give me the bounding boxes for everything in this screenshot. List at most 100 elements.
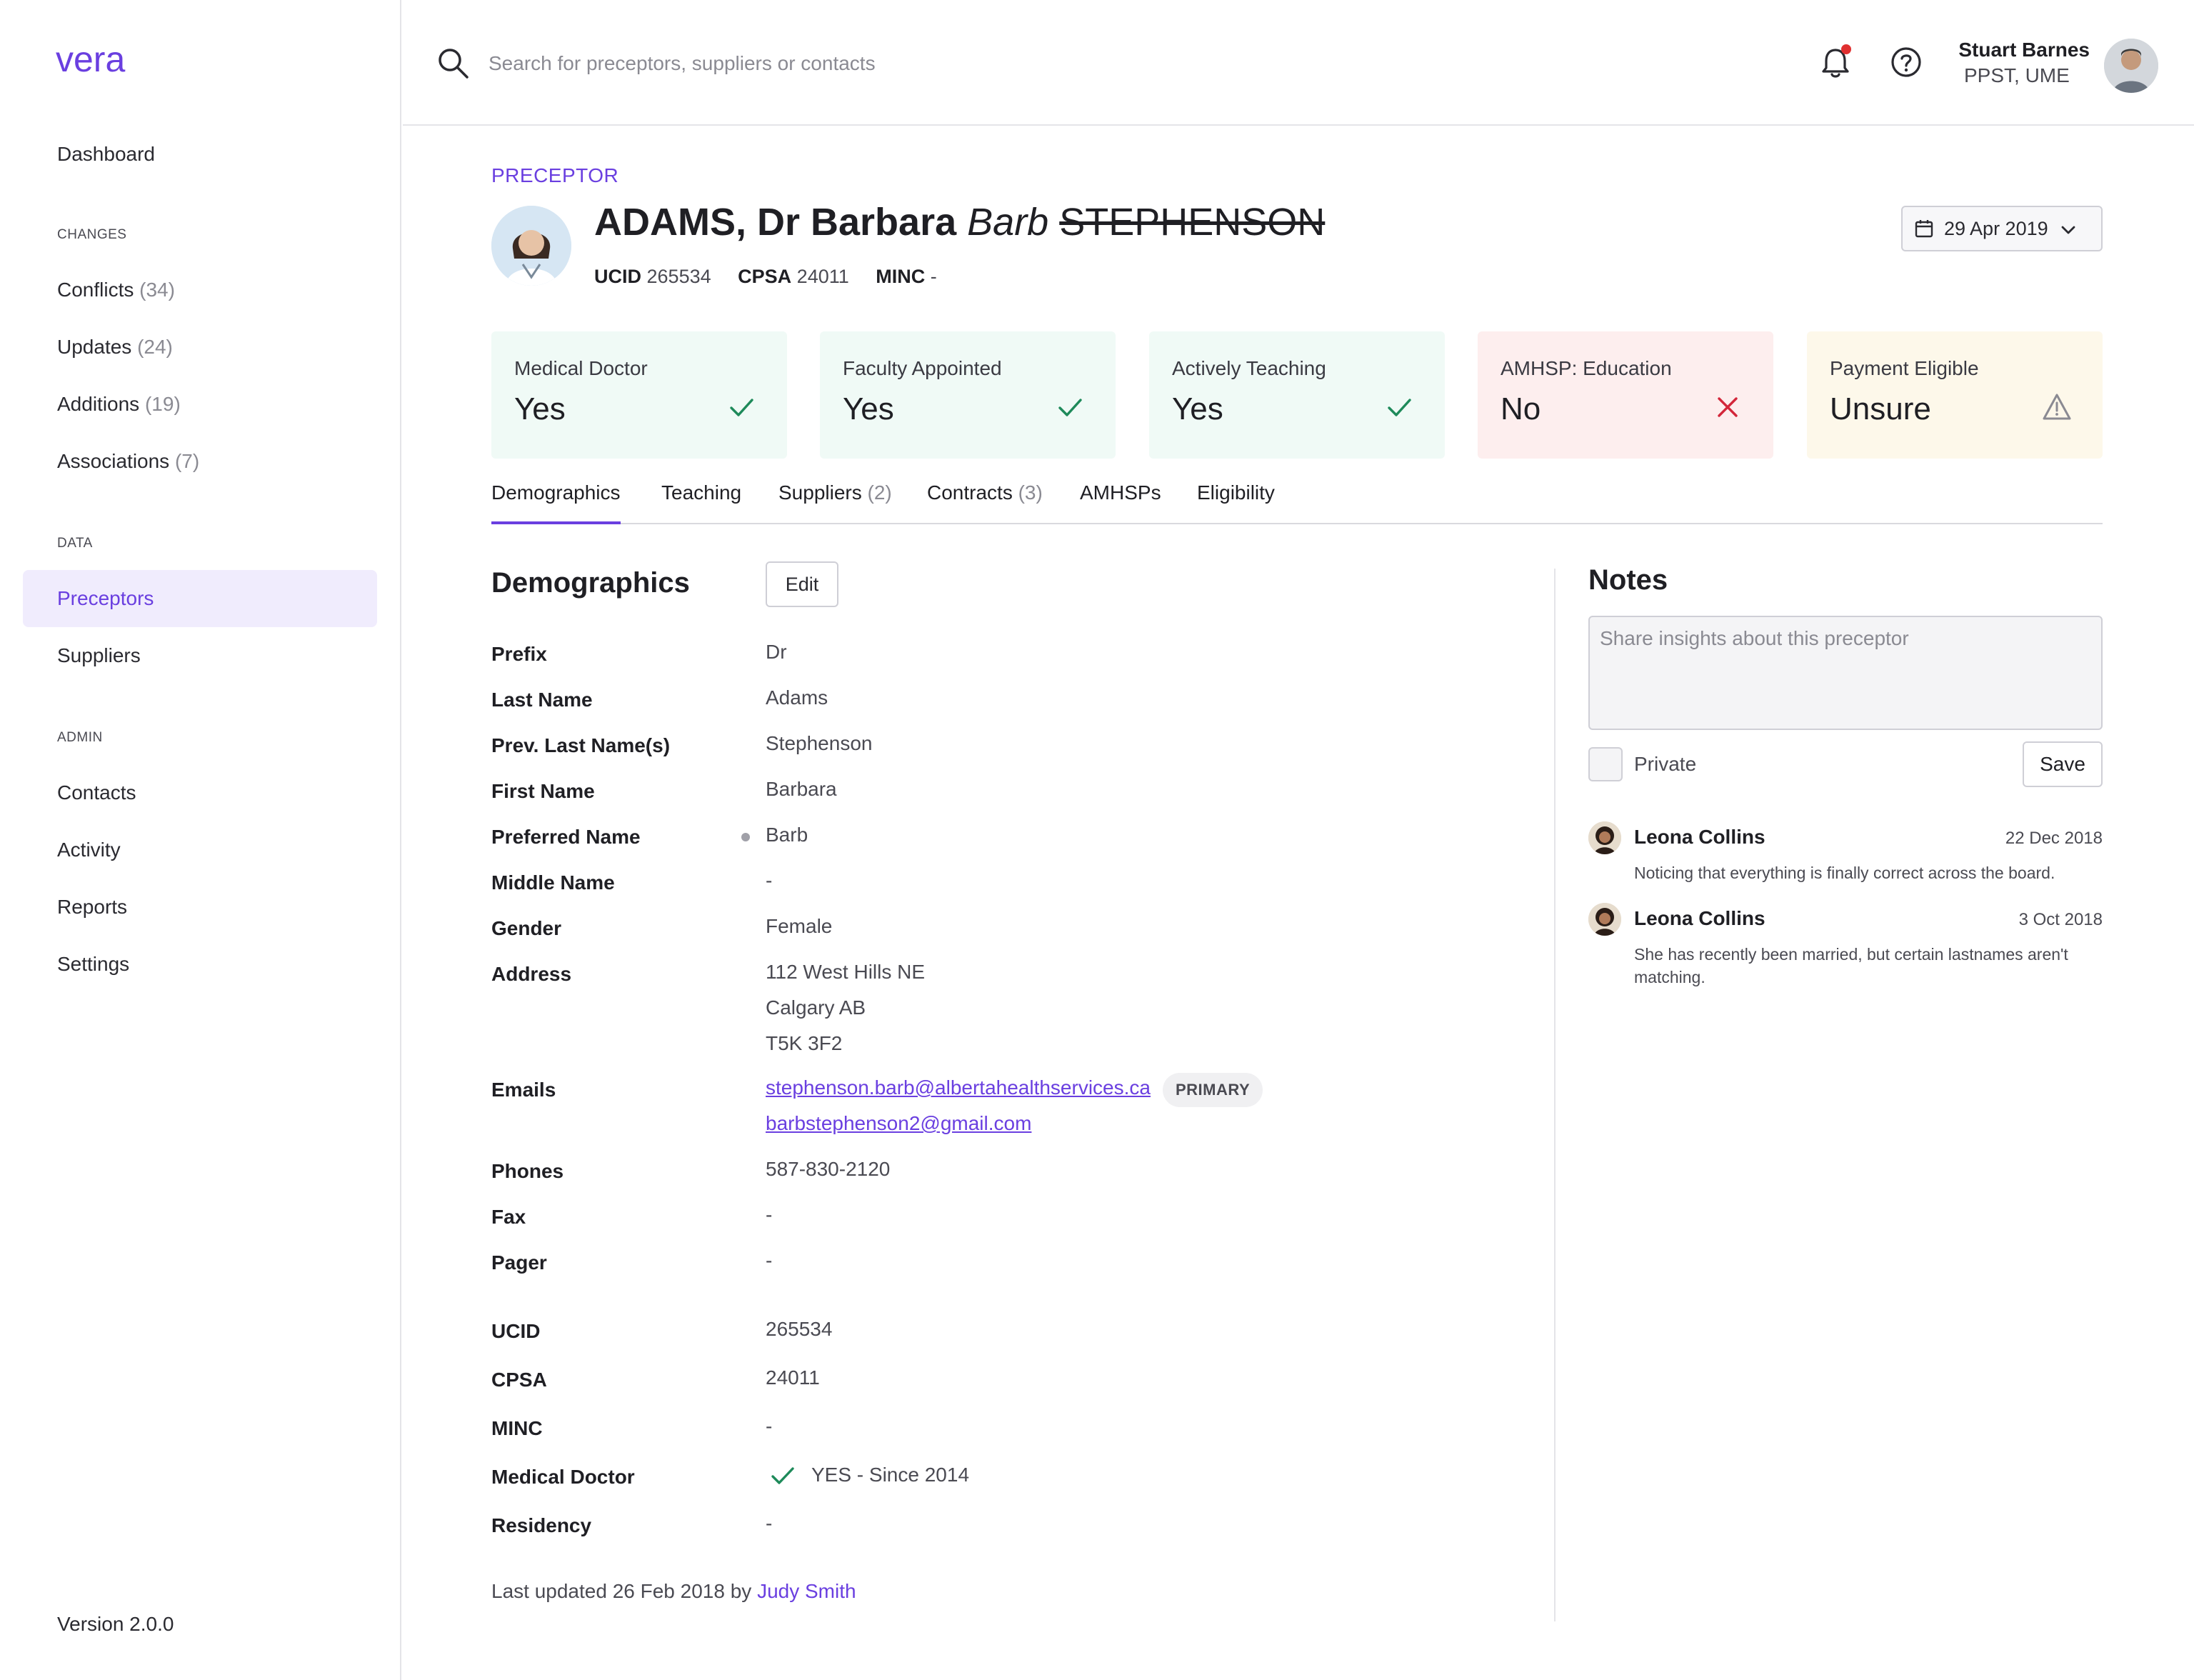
sidebar-item-associations[interactable]: Associations (7) xyxy=(23,433,377,490)
sidebar-item-label: Contacts xyxy=(57,781,136,804)
sidebar-item-settings[interactable]: Settings xyxy=(23,936,377,993)
field-label-address: Address xyxy=(491,963,572,985)
user-name[interactable]: Stuart Barnes xyxy=(1958,39,2090,61)
tab-label: Contracts xyxy=(927,481,1013,504)
id-label-cpsa: CPSA xyxy=(738,266,792,287)
check-icon xyxy=(771,1467,794,1484)
tab-label: AMHSPs xyxy=(1080,481,1161,504)
tab-demographics[interactable]: Demographics xyxy=(491,481,621,524)
last-updated-user-link[interactable]: Judy Smith xyxy=(757,1580,856,1602)
nav-section-changes: CHANGES xyxy=(57,227,127,242)
field-value-ucid: 265534 xyxy=(766,1318,833,1340)
preceptor-avatar-image xyxy=(491,206,571,286)
field-value-cpsa: 24011 xyxy=(766,1366,820,1389)
sidebar-item-conflicts[interactable]: Conflicts (34) xyxy=(23,261,377,319)
tab-teaching[interactable]: Teaching xyxy=(661,481,741,524)
note-text: Noticing that everything is finally corr… xyxy=(1634,864,2055,882)
user-avatar[interactable] xyxy=(2104,39,2158,93)
search-input[interactable] xyxy=(489,49,1131,79)
email-link-primary[interactable]: stephenson.barb@albertahealthservices.ca xyxy=(766,1076,1151,1099)
id-label-ucid: UCID xyxy=(594,266,641,287)
sidebar-item-additions[interactable]: Additions (19) xyxy=(23,376,377,433)
help-icon[interactable] xyxy=(1888,44,1924,80)
notes-input[interactable] xyxy=(1588,616,2103,730)
sidebar-item-dashboard[interactable]: Dashboard xyxy=(23,126,377,183)
user-role: PPST, UME xyxy=(1964,64,2070,86)
tab-suppliers[interactable]: Suppliers (2) xyxy=(778,481,892,524)
preceptor-preferred-name: Barb xyxy=(967,201,1049,244)
date-picker-button[interactable]: 29 Apr 2019 xyxy=(1901,206,2103,251)
edit-button[interactable]: Edit xyxy=(766,561,838,607)
chevron-down-icon xyxy=(2061,226,2075,234)
status-card-medical-doctor: Medical Doctor Yes xyxy=(491,331,787,459)
sidebar-item-count: (7) xyxy=(174,450,200,472)
private-checkbox[interactable] xyxy=(1588,747,1623,781)
status-card-label: Payment Eligible xyxy=(1830,357,1979,379)
note-author: Leona Collins xyxy=(1634,907,1765,929)
sidebar-item-label: Reports xyxy=(57,896,128,918)
field-label-ucid: UCID xyxy=(491,1320,541,1342)
preceptor-name: ADAMS, Dr Barbara Barb STEPHENSON xyxy=(594,200,1325,244)
sidebar-item-label: Associations xyxy=(57,450,170,472)
field-label-fax: Fax xyxy=(491,1206,526,1228)
tab-contracts[interactable]: Contracts (3) xyxy=(927,481,1043,524)
sidebar-item-updates[interactable]: Updates (24) xyxy=(23,319,377,376)
identifier-row: UCID 265534 CPSA 24011 MINC - xyxy=(594,266,937,288)
last-updated-text: Last updated 26 Feb 2018 by xyxy=(491,1580,752,1602)
preceptor-previous-last-name: STEPHENSON xyxy=(1059,201,1326,244)
check-icon xyxy=(730,399,753,416)
field-label-gender: Gender xyxy=(491,917,562,939)
tab-count: (2) xyxy=(867,481,892,504)
status-card-label: Actively Teaching xyxy=(1172,357,1326,379)
status-card-payment-eligible: Payment Eligible Unsure xyxy=(1807,331,2103,459)
field-value-emails: stephenson.barb@albertahealthservices.ca… xyxy=(766,1070,1151,1141)
status-card-faculty-appointed: Faculty Appointed Yes xyxy=(820,331,1116,459)
field-value-medical-doctor: YES - Since 2014 xyxy=(811,1464,970,1486)
sidebar-item-count: (24) xyxy=(137,336,173,358)
address-line: 112 West Hills NE xyxy=(766,961,926,983)
preceptor-avatar xyxy=(491,206,571,286)
note-text: She has recently been married, but certa… xyxy=(1634,945,2068,986)
tab-label: Demographics xyxy=(491,481,621,504)
field-value-prev-last-name: Stephenson xyxy=(766,732,873,754)
nav-section-data: DATA xyxy=(57,536,93,551)
nav-section-admin: ADMIN xyxy=(57,730,103,745)
field-value-prefix: Dr xyxy=(766,641,787,663)
tab-label: Teaching xyxy=(661,481,742,504)
email-link-secondary[interactable]: barbstephenson2@gmail.com xyxy=(766,1112,1031,1134)
sidebar-item-label: Conflicts xyxy=(57,279,134,301)
sidebar-item-reports[interactable]: Reports xyxy=(23,879,377,936)
sidebar-item-label: Dashboard xyxy=(57,143,155,165)
field-label-cpsa: CPSA xyxy=(491,1369,547,1391)
profile-tabs: Demographics Teaching Suppliers (2) Cont… xyxy=(491,480,2103,524)
sidebar-item-label: Activity xyxy=(57,839,121,861)
note-author: Leona Collins xyxy=(1634,826,1765,848)
private-label: Private xyxy=(1634,753,1697,775)
field-value-last-name: Adams xyxy=(766,686,828,709)
note-author-avatar xyxy=(1588,821,1621,854)
save-button[interactable]: Save xyxy=(2023,741,2103,787)
status-card-label: Faculty Appointed xyxy=(843,357,1002,379)
id-label-minc: MINC xyxy=(876,266,926,287)
vera-logo[interactable]: vera xyxy=(56,40,163,83)
sidebar-item-contacts[interactable]: Contacts xyxy=(23,764,377,821)
sidebar-item-suppliers[interactable]: Suppliers xyxy=(23,627,377,684)
preferred-indicator-dot xyxy=(741,833,750,841)
field-value-middle-name: - xyxy=(766,869,773,891)
last-updated: Last updated 26 Feb 2018 by Judy Smith xyxy=(491,1580,856,1603)
sidebar-item-preceptors[interactable]: Preceptors xyxy=(23,570,377,627)
sidebar-item-activity[interactable]: Activity xyxy=(23,821,377,879)
field-value-address: 112 West Hills NE Calgary AB T5K 3F2 xyxy=(766,954,925,1061)
note-date: 3 Oct 2018 xyxy=(2018,910,2103,929)
status-card-actively-teaching: Actively Teaching Yes xyxy=(1149,331,1445,459)
field-label-phones: Phones xyxy=(491,1160,564,1182)
primary-badge: PRIMARY xyxy=(1163,1073,1263,1107)
tab-eligibility[interactable]: Eligibility xyxy=(1197,481,1275,524)
tab-amhsps[interactable]: AMHSPs xyxy=(1080,481,1161,524)
sidebar-item-label: Suppliers xyxy=(57,644,141,666)
calendar-icon xyxy=(1915,220,1933,238)
status-cards: Medical Doctor Yes Faculty Appointed Yes… xyxy=(491,331,2103,459)
version-label: Version 2.0.0 xyxy=(57,1613,174,1635)
search-icon xyxy=(439,49,469,79)
user-avatar-image xyxy=(2104,39,2158,93)
